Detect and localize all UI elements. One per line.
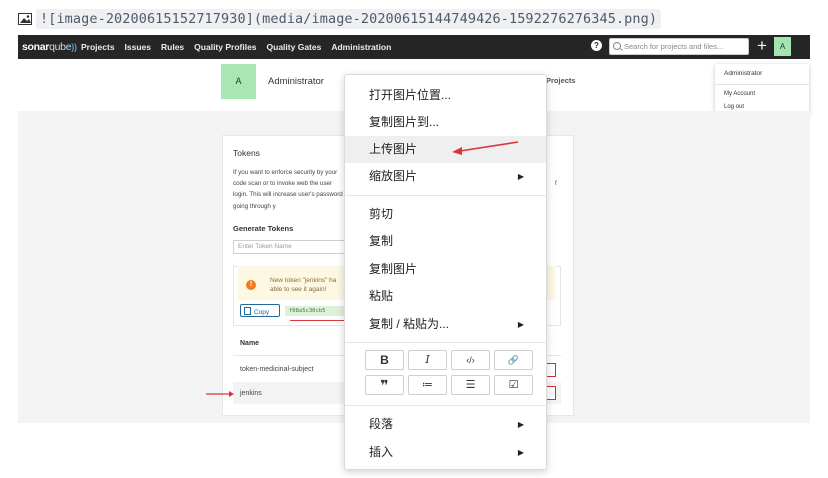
divider: [345, 342, 546, 343]
account-dropdown: Administrator My Account Log out: [715, 64, 809, 117]
search-icon: [613, 42, 621, 50]
markdown-image-line: ![image-20200615152717930](media/image-2…: [18, 8, 662, 30]
token-name-input[interactable]: Enter Token Name: [233, 240, 345, 254]
markdown-image-source[interactable]: ![image-20200615152717930](media/image-2…: [36, 9, 662, 29]
code-button[interactable]: ‹/›: [451, 350, 490, 370]
menu-item-paste[interactable]: 粘贴: [345, 283, 546, 310]
token-row-name: jenkins: [240, 390, 262, 397]
tab-projects[interactable]: Projects: [546, 76, 576, 85]
submenu-arrow-icon: ▶: [517, 448, 524, 457]
account-dropdown-title: Administrator: [724, 70, 763, 77]
submenu-arrow-icon: ▶: [517, 420, 524, 429]
nav-administration[interactable]: Administration: [331, 42, 391, 52]
nav-issues[interactable]: Issues: [125, 42, 151, 52]
italic-button[interactable]: I: [408, 350, 447, 370]
bold-button[interactable]: B: [365, 350, 404, 370]
menu-item-open-image-location[interactable]: 打开图片位置...: [345, 82, 546, 109]
nav-projects[interactable]: Projects: [81, 42, 115, 52]
unordered-list-button[interactable]: ☰: [451, 375, 490, 395]
submenu-arrow-icon: ▶: [517, 172, 524, 181]
column-header-name: Name: [240, 340, 260, 347]
menu-item-cut[interactable]: 剪切: [345, 201, 546, 228]
menu-item-zoom-image[interactable]: 缩放图片 ▶: [345, 163, 546, 190]
warning-text: New token "jenkins" ha able to see it ag…: [270, 277, 337, 293]
divider: [345, 195, 546, 196]
clipboard-icon: [244, 307, 251, 315]
search-input[interactable]: Search for projects and files...: [609, 38, 749, 55]
copy-token-button[interactable]: Copy: [240, 304, 280, 317]
sonarqube-logo[interactable]: sonarqube)): [22, 41, 77, 53]
tokens-title: Tokens: [233, 148, 260, 158]
divider: [715, 84, 809, 85]
tokens-description-fragment: f: [555, 180, 557, 187]
menu-item-insert[interactable]: 插入 ▶: [345, 439, 546, 466]
create-plus-button[interactable]: +: [757, 36, 767, 56]
image-icon: [18, 13, 32, 25]
token-value: f08a5c30cb5: [285, 306, 345, 316]
quote-button[interactable]: ❞: [365, 375, 404, 395]
annotation-arrow-icon: [206, 391, 234, 397]
link-button[interactable]: 🔗: [494, 350, 533, 370]
logo-waves-icon: )): [71, 42, 77, 52]
account-name: Administrator: [268, 76, 324, 87]
help-icon[interactable]: ?: [591, 40, 602, 51]
divider: [345, 405, 546, 406]
menu-item-copy-paste-as[interactable]: 复制 / 粘贴为... ▶: [345, 311, 546, 338]
sonarqube-navbar: sonarqube)) Projects Issues Rules Qualit…: [18, 35, 810, 59]
warning-icon: !: [246, 280, 256, 290]
menu-item-copy[interactable]: 复制: [345, 228, 546, 255]
submenu-arrow-icon: ▶: [517, 320, 524, 329]
nav-rules[interactable]: Rules: [161, 42, 184, 52]
log-out-link[interactable]: Log out: [724, 104, 744, 110]
ordered-list-button[interactable]: ≔: [408, 375, 447, 395]
generate-tokens-title: Generate Tokens: [233, 224, 294, 233]
menu-item-copy-image[interactable]: 复制图片: [345, 256, 546, 283]
nav-quality-profiles[interactable]: Quality Profiles: [194, 42, 256, 52]
menu-item-paragraph[interactable]: 段落 ▶: [345, 411, 546, 438]
context-menu: 打开图片位置... 复制图片到... 上传图片 缩放图片 ▶ 剪切 复制 复制图片…: [344, 74, 547, 470]
task-list-button[interactable]: ☑: [494, 375, 533, 395]
tokens-description: If you want to enforce security by your …: [233, 169, 343, 210]
account-avatar: A: [221, 64, 256, 99]
nav-avatar[interactable]: A: [774, 37, 791, 56]
token-row-name: token-medicinal-subject: [240, 366, 314, 373]
menu-item-copy-image-to[interactable]: 复制图片到...: [345, 109, 546, 136]
annotation-arrow-icon: [452, 141, 519, 155]
annotation-underline: [290, 320, 347, 321]
nav-quality-gates[interactable]: Quality Gates: [267, 42, 322, 52]
my-account-link[interactable]: My Account: [724, 91, 755, 97]
nav-links: Projects Issues Rules Quality Profiles Q…: [81, 42, 391, 52]
